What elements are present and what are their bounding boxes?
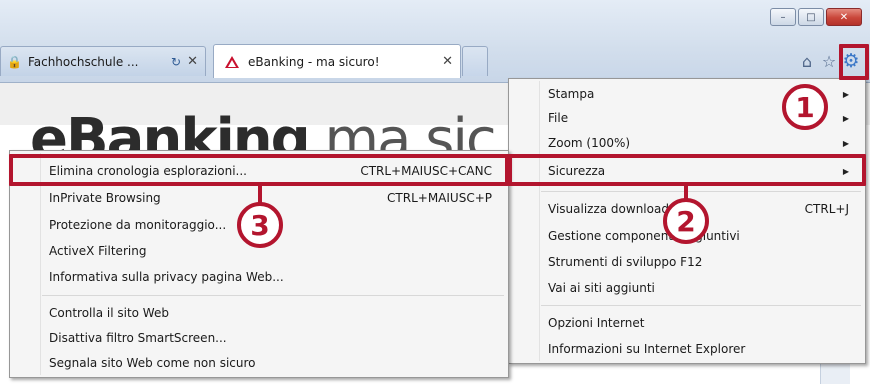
- close-tab-icon[interactable]: ✕: [442, 54, 453, 69]
- browser-chrome: – □ ✕ ▼ 🔒 Fachhochschule ... ↻ ✕ eBankin…: [0, 0, 870, 82]
- callout-badge-1: 1: [782, 84, 828, 130]
- callout-badge-2: 2: [663, 198, 709, 244]
- menu-item-devtools[interactable]: Strumenti di sviluppo F12: [511, 251, 863, 273]
- menu-separator: [541, 191, 861, 192]
- refresh-icon[interactable]: ↻: [171, 55, 181, 69]
- favorites-star-icon[interactable]: ☆: [818, 50, 840, 72]
- highlight-delete-history: [9, 154, 509, 186]
- highlight-gear: [839, 44, 869, 80]
- menu-item-smartscreen[interactable]: Disattiva filtro SmartScreen...: [12, 327, 506, 349]
- maximize-button[interactable]: □: [798, 8, 824, 26]
- tab-fachhochschule[interactable]: 🔒 Fachhochschule ... ↻ ✕: [0, 46, 206, 76]
- tab-title: Fachhochschule ...: [27, 54, 139, 69]
- menu-item-report-unsafe[interactable]: Segnala sito Web come non sicuro: [12, 352, 506, 374]
- window-controls: – □ ✕: [768, 8, 862, 26]
- submenu-arrow-icon: ▶: [842, 138, 849, 148]
- close-window-button[interactable]: ✕: [826, 8, 862, 26]
- menu-item-pinned-sites[interactable]: Vai ai siti aggiunti: [511, 277, 863, 299]
- submenu-arrow-icon: ▶: [842, 113, 849, 123]
- menu-item-internet-options[interactable]: Opzioni Internet: [511, 312, 863, 334]
- menu-separator: [42, 295, 504, 296]
- new-tab-button[interactable]: [462, 46, 488, 76]
- menu-shortcut: CTRL+J: [804, 202, 849, 216]
- lock-icon: 🔒: [7, 54, 22, 69]
- home-icon[interactable]: ⌂: [796, 50, 818, 72]
- menu-shortcut: CTRL+MAIUSC+P: [387, 191, 492, 205]
- close-tab-icon[interactable]: ✕: [187, 54, 198, 69]
- menu-item-about-ie[interactable]: Informazioni su Internet Explorer: [511, 338, 863, 360]
- tab-ebanking[interactable]: eBanking - ma sicuro! ✕: [213, 44, 461, 78]
- minimize-button[interactable]: –: [770, 8, 796, 26]
- tab-title: eBanking - ma sicuro!: [248, 54, 380, 69]
- ebanking-logo-icon: [225, 55, 239, 68]
- menu-separator: [541, 305, 861, 306]
- submenu-arrow-icon: ▶: [842, 89, 849, 99]
- menu-item-privacy-policy[interactable]: Informativa sulla privacy pagina Web...: [12, 266, 506, 288]
- menu-item-check-website[interactable]: Controlla il sito Web: [12, 302, 506, 324]
- highlight-sicurezza: [508, 154, 866, 186]
- callout-badge-3: 3: [237, 202, 283, 248]
- menu-item-zoom[interactable]: Zoom (100%) ▶: [511, 132, 863, 154]
